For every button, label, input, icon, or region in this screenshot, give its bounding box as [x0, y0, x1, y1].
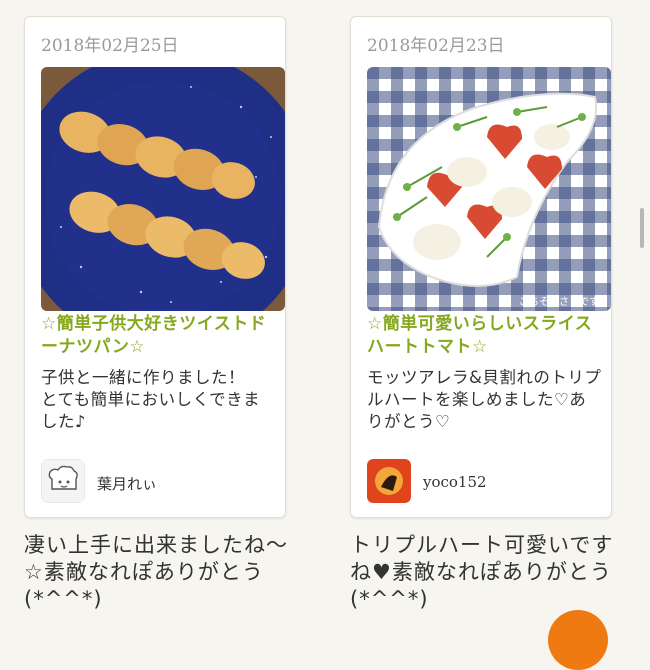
- report-photo[interactable]: [41, 67, 285, 311]
- report-card[interactable]: 2018年02月25日 ☆簡単子供大好きツイストドーナツパン☆ 子供と一緒に作り…: [24, 16, 286, 518]
- author-avatar[interactable]: [367, 459, 411, 503]
- caprese-salad-photo: ごちそうさまです: [367, 67, 611, 311]
- report-description: モッツアレラ&貝割れのトリプルハートを楽しめました♡ありがとう♡: [367, 368, 602, 431]
- photo-caption: ごちそうさまです: [519, 295, 599, 308]
- report-date: 2018年02月23日: [367, 36, 505, 56]
- author-avatar[interactable]: [41, 459, 85, 503]
- recipe-title[interactable]: ☆簡単子供大好きツイストドーナツパン☆: [41, 313, 281, 359]
- author-name[interactable]: yoco152: [423, 473, 487, 491]
- chef-hat-icon: [41, 459, 85, 503]
- report-description: 子供と一緒に作りました！ とても簡単においしくできました♪: [41, 368, 261, 431]
- report-photo[interactable]: ごちそうさまです: [367, 67, 611, 311]
- user-avatar: [367, 459, 411, 503]
- twisted-donut-photo: [41, 67, 285, 311]
- kitchen-comment: トリプルハート可愛いですね♥素敵なれぽありがとう(*^^*): [350, 533, 614, 611]
- recipe-title[interactable]: ☆簡単可愛いらしいスライスハートトマト☆: [367, 313, 607, 359]
- kitchen-comment: 凄い上手に出来ましたね〜☆素敵なれぽありがとう(*^^*): [24, 533, 288, 611]
- report-card[interactable]: 2018年02月23日 ごちそうさまです ☆簡単可愛いらしいスライスハートトマト…: [350, 16, 612, 518]
- report-date: 2018年02月25日: [41, 36, 179, 56]
- floating-action-button[interactable]: [548, 610, 608, 670]
- scrollbar-thumb[interactable]: [640, 208, 644, 248]
- author-name[interactable]: 葉月れぃ: [97, 473, 157, 494]
